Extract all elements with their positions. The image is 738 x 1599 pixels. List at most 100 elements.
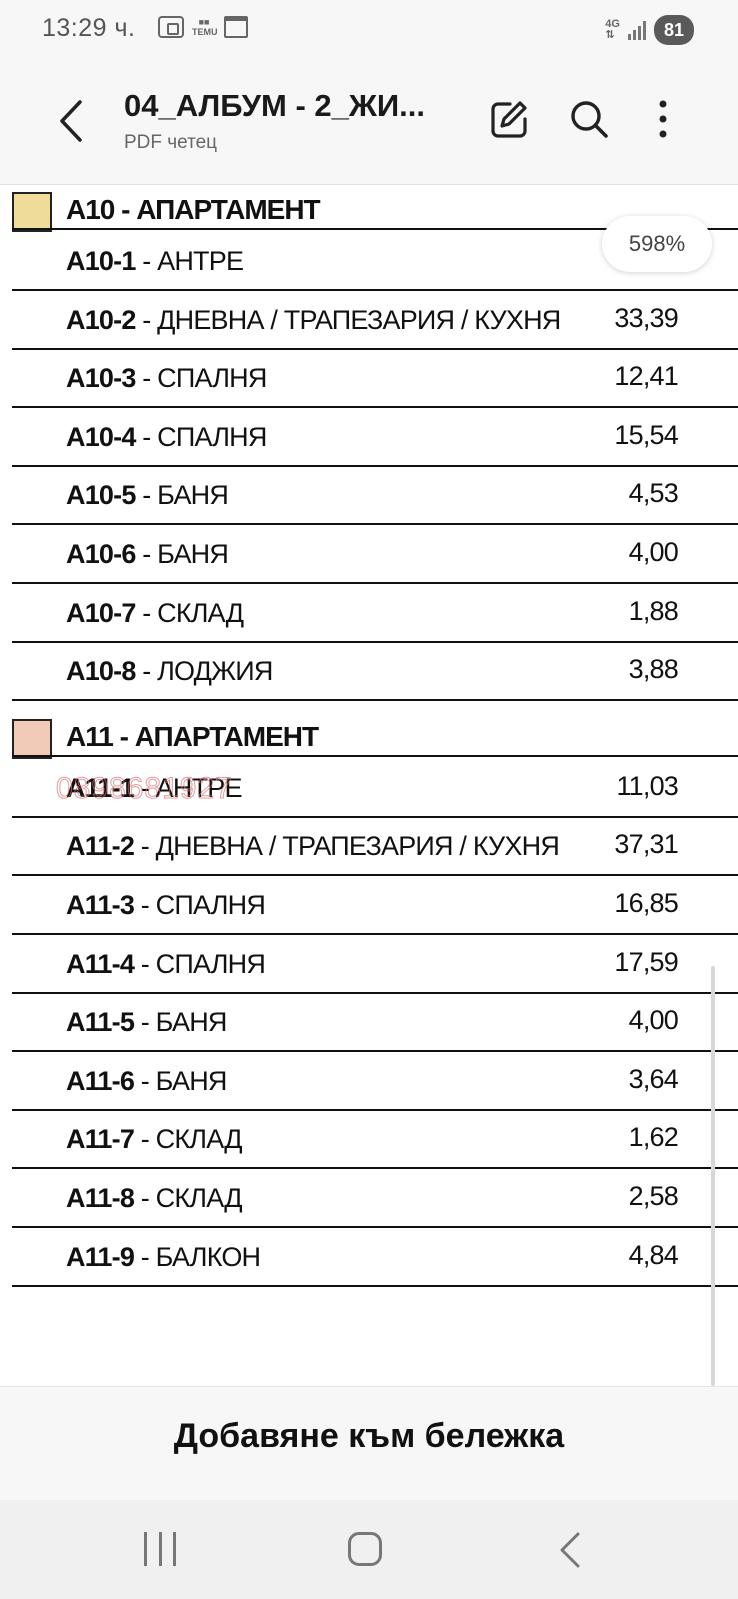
- room-code: А11-6: [66, 1065, 135, 1096]
- add-to-note-button[interactable]: Добавяне към бележка: [0, 1417, 738, 1456]
- room-code: А11-2: [66, 831, 135, 862]
- room-code: А11-5: [66, 1007, 135, 1038]
- room-row: А11-5 - БАНЯ 4,00: [0, 993, 738, 1053]
- apartment-title: А11 - АПАРТАМЕНТ: [66, 720, 319, 752]
- app-bar: 04_АЛБУМ - 2_ЖИ... PDF четец: [0, 62, 738, 185]
- room-area: 1,88: [628, 595, 679, 626]
- room-name: - АНТРЕ: [135, 246, 244, 276]
- room-code: А10-2: [66, 304, 136, 335]
- room-label: А10-3 - СПАЛНЯ: [66, 363, 267, 394]
- room-row: А11-9 - БАЛКОН 4,84: [0, 1228, 738, 1287]
- scrollbar[interactable]: [711, 966, 715, 1386]
- temu-label: TEMU: [192, 27, 218, 37]
- room-area: 37,31: [614, 829, 678, 860]
- room-row: А10-2 - ДНЕВНА / ТРАПЕЗАРИЯ / КУХНЯ 33,39: [0, 291, 738, 350]
- room-row: А10-6 - БАНЯ 4,00: [0, 525, 738, 584]
- room-label: А11-5 - БАНЯ: [66, 1007, 227, 1038]
- apartment-title: А10 - АПАРТАМЕНТ: [66, 194, 321, 225]
- room-name: - СКЛАД: [135, 597, 244, 628]
- room-label: А10-8 - ЛОДЖИЯ: [66, 656, 273, 687]
- room-code: А10-3: [66, 363, 136, 394]
- signal-icon: [627, 20, 646, 40]
- room-row: А10-4 - СПАЛНЯ 15,54: [0, 408, 738, 467]
- back-button[interactable]: [56, 98, 86, 144]
- row-rule: [12, 699, 738, 702]
- room-label: А11-3 - СПАЛНЯ: [66, 890, 266, 921]
- room-code: А10-7: [66, 597, 136, 628]
- room-area: 16,85: [614, 888, 678, 918]
- room-name: - ДНЕВНА / ТРАПЕЗАРИЯ / КУХНЯ: [134, 831, 560, 862]
- system-navigation-bar: [0, 1500, 738, 1599]
- room-code: А10-6: [66, 539, 136, 569]
- row-rule: [12, 1284, 738, 1287]
- room-label: А10-1 - АНТРЕ: [66, 246, 244, 277]
- room-name: - СПАЛНЯ: [135, 363, 267, 394]
- recents-button[interactable]: [144, 1532, 176, 1566]
- room-name: - ЛОДЖИЯ: [135, 656, 273, 687]
- room-area: 4,53: [628, 478, 679, 509]
- back-arrow-icon: [560, 1532, 580, 1568]
- chevron-left-icon: [60, 100, 82, 142]
- room-code: А11-9: [66, 1241, 135, 1272]
- room-name: - СКЛАД: [134, 1124, 243, 1155]
- apartment-group-header: А11 - АПАРТАМЕНТ: [0, 709, 738, 759]
- room-label: А11-8 - СКЛАД: [66, 1183, 243, 1214]
- room-label: А10-4 - СПАЛНЯ: [66, 422, 267, 453]
- header-rule: [12, 754, 738, 757]
- room-label: А11-4 - СПАЛНЯ: [66, 948, 266, 980]
- room-area: 12,41: [614, 361, 678, 392]
- room-code: А11-3: [66, 890, 135, 920]
- room-label: А10-7 - СКЛАД: [66, 597, 244, 629]
- watermark-phone: 0898681927: [56, 772, 233, 806]
- room-area: 17,59: [614, 946, 678, 977]
- network-indicator: 4G ⇅: [605, 19, 620, 41]
- room-name: - БАНЯ: [134, 1065, 228, 1096]
- more-vertical-icon: [659, 100, 667, 138]
- room-row: А10-8 - ЛОДЖИЯ 3,88: [0, 642, 738, 702]
- more-options-button[interactable]: [648, 98, 678, 140]
- room-name: - СПАЛНЯ: [134, 890, 266, 920]
- room-area: 2,58: [628, 1181, 679, 1211]
- edit-button[interactable]: [488, 98, 530, 140]
- battery-indicator: 81: [653, 15, 694, 45]
- room-code: А11-4: [66, 948, 135, 979]
- room-label: А11-6 - БАНЯ: [66, 1066, 227, 1097]
- room-area: 15,54: [614, 419, 678, 450]
- home-button[interactable]: [348, 1532, 382, 1566]
- room-label: А10-2 - ДНЕВНА / ТРАПЕЗАРИЯ / КУХНЯ: [66, 305, 561, 336]
- room-row: А11-7 - СКЛАД 1,62: [0, 1110, 738, 1170]
- bottom-action-bar: Добавяне към бележка: [0, 1386, 738, 1500]
- apartment-color-swatch: [12, 718, 52, 759]
- room-row: А11-3 - СПАЛНЯ 16,85: [0, 876, 738, 935]
- data-arrows-icon: ⇅: [605, 29, 615, 41]
- room-area: 33,39: [614, 302, 678, 333]
- room-name: - БАНЯ: [134, 1007, 228, 1038]
- room-row: А10-7 - СКЛАД 1,88: [0, 584, 738, 643]
- room-area: 1,62: [628, 1122, 679, 1153]
- room-code: А11-8: [66, 1183, 135, 1213]
- room-name: - ДНЕВНА / ТРАПЕЗАРИЯ / КУХНЯ: [135, 304, 561, 335]
- room-row: А11-6 - БАНЯ 3,64: [0, 1052, 738, 1111]
- status-system-icons: 4G ⇅ 81: [605, 15, 694, 45]
- edit-icon: [491, 101, 527, 138]
- room-label: А11-7 - СКЛАД: [66, 1124, 243, 1155]
- status-notification-icons: ■■ TEMU: [158, 16, 248, 38]
- room-label: А11-9 - БАЛКОН: [66, 1241, 261, 1273]
- room-row: А11-2 - ДНЕВНА / ТРАПЕЗАРИЯ / КУХНЯ 37,31: [0, 817, 738, 877]
- document-title: 04_АЛБУМ - 2_ЖИ...: [124, 88, 426, 123]
- room-name: - СПАЛНЯ: [134, 948, 266, 979]
- search-button[interactable]: [568, 98, 610, 140]
- room-name: - СПАЛНЯ: [135, 421, 267, 452]
- room-code: А10-1: [66, 246, 136, 276]
- screenshot-icon: [158, 16, 184, 38]
- room-label: А10-5 - БАНЯ: [66, 480, 229, 511]
- room-area: 3,88: [628, 654, 679, 685]
- room-area: 11,03: [616, 770, 678, 801]
- room-code: А10-4: [66, 421, 136, 452]
- room-area: 3,64: [628, 1063, 679, 1094]
- room-code: А11-7: [66, 1124, 135, 1155]
- room-name: - БАНЯ: [135, 480, 229, 511]
- system-back-button[interactable]: [556, 1530, 586, 1570]
- room-area: 4,00: [628, 1005, 679, 1036]
- search-icon: [571, 101, 608, 138]
